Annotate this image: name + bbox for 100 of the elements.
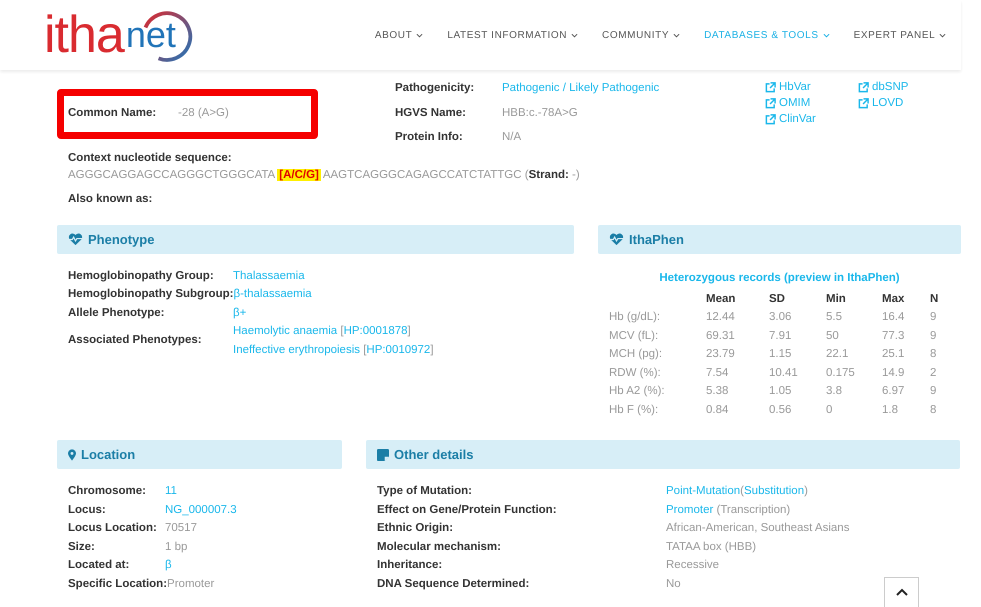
table-cell-text: 6.97 [882,384,906,400]
field-label: Molecular mechanism: [377,540,502,554]
value-text: ( [740,485,744,497]
external-link[interactable]: HbVar [765,81,858,93]
field-label: Type of Mutation: [377,484,473,499]
table-cell-text: 1.15 [769,347,792,362]
external-link-icon [765,98,776,108]
external-link-icon [858,82,869,92]
nav-menu-item[interactable]: COMMUNITY [602,30,680,40]
table-cell-text: 7.91 [769,328,792,344]
value-link[interactable]: HP:0010972 [366,344,430,356]
external-link[interactable]: ClinVar [765,113,858,125]
field-label: Locus: [68,502,107,518]
value-text: 1 bp [165,540,188,552]
caret-icon [822,32,830,38]
table-cell-text: 50 [826,328,840,344]
value-text: [ [339,325,344,337]
table-cell-text: 5.5 [826,310,843,326]
nav-menu-item[interactable]: DATABASES & TOOLS [704,30,830,40]
row-label: Hb A2 (%): [609,384,666,400]
value-link[interactable]: Pathogenic / Likely Pathogenic [502,82,660,94]
nav-menu-item[interactable]: LATEST INFORMATION [447,30,578,40]
external-link-icon [765,114,776,124]
table-cell-text: 9 [930,384,938,400]
row-label: Hb (g/dL): [609,310,662,326]
panel-title: Other details [394,447,474,462]
field-label: Allele Phenotype: [68,306,166,320]
table-cell-text: 1.05 [769,384,792,400]
table-cell-text: 12.44 [706,310,736,326]
ithaphen-link[interactable]: Heterozygous records (preview in IthaPhen) [598,272,961,284]
field-label: Hemoglobinopathy Subgroup: [68,287,234,302]
caret-icon [416,32,424,38]
field-label: HGVS Name: [395,106,467,120]
value-text: (Transcription) [715,504,790,516]
table-cell-text: 77.3 [882,328,906,344]
nav-menu-item[interactable]: ABOUT [374,30,424,40]
table-cell-text: 1.8 [882,402,899,418]
field-label: Chromosome: [68,484,147,499]
chevron-up-icon [896,588,908,596]
value-link[interactable]: β [165,559,172,571]
heartbeat-icon [609,232,624,246]
value-text: ) [804,485,808,497]
table-cell-text: 9 [930,328,938,344]
value-text: HBB:c.-78A>G [502,106,578,118]
table-cell-text: 23.79 [706,347,736,362]
note-icon [377,448,389,460]
field-label: Common Name: [68,106,158,120]
external-link[interactable]: OMIM [765,97,858,109]
row-label: RDW (%): [609,366,662,381]
external-link-icon [765,82,776,92]
row-label: MCH (pg): [609,347,664,362]
table-cell-text: 0.175 [826,366,856,381]
caret-icon [571,32,578,38]
sequence-text: AAGTCAGGGCAGAGCCATCTATTGC (Strand: -) [322,168,580,180]
logo[interactable]: ithanet [44,5,194,65]
value-link[interactable]: Point-Mutation [666,485,740,497]
value-link[interactable]: β+ [233,306,246,318]
field-label: Ethnic Origin: [377,521,454,536]
field-label: Associated Phenotypes: [68,333,203,348]
column-header: Min [826,292,847,307]
table-cell-text: 22.1 [826,347,850,362]
value-link[interactable]: Thalassaemia [233,270,305,282]
map-pin-icon [68,448,76,460]
table-cell: 0.84 [706,400,769,419]
value-link[interactable]: Substitution [744,485,804,497]
value-text: -28 (A>G) [178,106,229,118]
value-text: Recessive [666,559,720,571]
field-label: Effect on Gene/Protein Function: [377,502,558,518]
field-label: Locus Location: [68,521,158,536]
value-link[interactable]: Haemolytic anaemia [233,325,338,337]
value-text: [ [362,344,366,356]
value-link[interactable]: Promoter [666,504,714,516]
field-label: Size: [68,540,96,554]
table-cell-text: 9 [930,310,938,326]
value-link[interactable]: β-thalassaemia [233,288,312,300]
table-cell-text: 3.8 [826,384,843,400]
field-label: Also known as: [68,192,152,204]
column-header: Max [882,292,906,307]
nav-menu-item[interactable]: EXPERT PANEL [854,30,946,40]
table-cell-text: 7.54 [706,366,730,381]
back-to-top-button[interactable] [884,577,919,607]
external-link[interactable]: dbSNP [858,81,951,93]
value-link[interactable]: HP:0001878 [344,325,408,337]
value-link[interactable]: NG_000007.3 [165,504,237,516]
field-label: DNA Sequence Determined: [377,576,530,592]
panel-title: IthaPhen [629,232,684,246]
table-cell-text: 2 [930,366,938,381]
table-cell-text: 5.38 [706,384,730,400]
value-text: 70517 [165,522,197,534]
column-header: Mean [706,290,769,308]
table-cell-text: 8 [930,347,938,362]
value-text: No [666,578,681,590]
value-link[interactable]: 11 [165,485,177,497]
table-cell: 0.56 [769,400,826,419]
panel-title: Phenotype [88,232,154,246]
external-link[interactable]: LOVD [858,97,951,109]
value-text: TATAA box (HBB) [666,540,756,552]
table-cell-text: 69.31 [706,328,736,344]
value-link[interactable]: Ineffective erythropoiesis [233,344,360,356]
field-label: Inheritance: [377,558,444,573]
